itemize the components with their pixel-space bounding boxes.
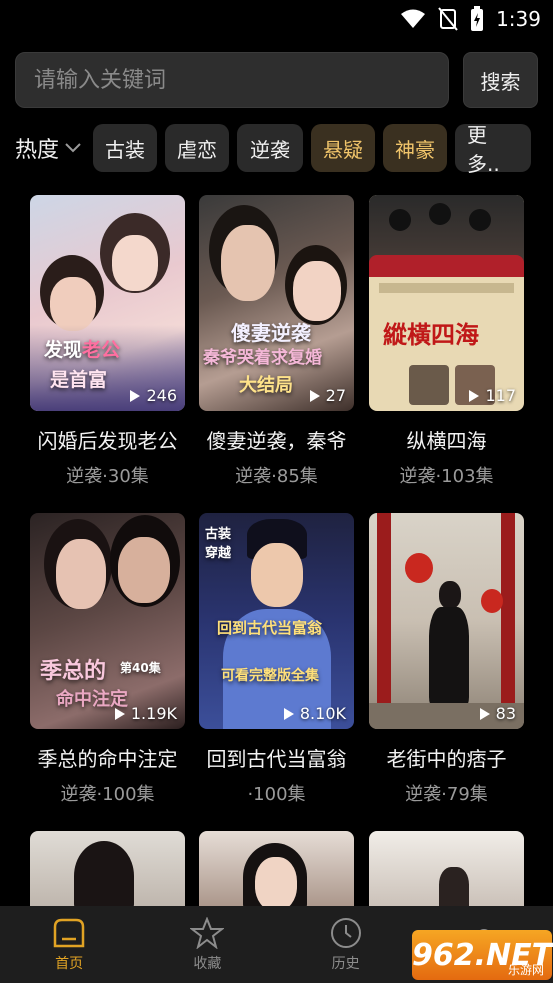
- watermark-logo: 962.NET 乐游网: [412, 930, 552, 980]
- poster-image: [199, 831, 354, 911]
- home-icon: [53, 918, 85, 947]
- tab-label: 首页: [55, 955, 84, 972]
- play-count: 117: [469, 386, 516, 405]
- sort-dropdown[interactable]: 热度: [15, 132, 93, 164]
- play-icon: [309, 389, 320, 402]
- card-title: 傻妻逆袭，秦爷: [206, 429, 347, 453]
- card-title: 老街中的痞子: [386, 747, 507, 771]
- card-meta: 逆袭·103集: [399, 466, 494, 487]
- poster-image: 傻妻逆袭 秦爷哭着求复婚 大结局 27: [199, 195, 354, 411]
- status-bar: 1:39: [0, 0, 553, 40]
- play-count-value: 83: [495, 704, 516, 723]
- card-meta: 逆袭·30集: [66, 466, 149, 487]
- drama-card[interactable]: 季总的 第40集 命中注定 1.19K 季总的命中注定 逆袭·100集: [30, 513, 185, 806]
- play-count: 83: [479, 704, 516, 723]
- drama-card[interactable]: 縱橫四海 117 纵横四海 逆袭·103集: [369, 195, 524, 488]
- tab-history[interactable]: 历史: [277, 906, 415, 983]
- chip-xuanyi[interactable]: 悬疑: [311, 124, 375, 172]
- battery-charging-icon: [471, 6, 484, 31]
- play-icon: [479, 707, 490, 720]
- drama-card[interactable]: 发现老公 是首富 246 闪婚后发现老公 逆袭·30集: [30, 195, 185, 488]
- chip-nuelian[interactable]: 虐恋: [165, 124, 229, 172]
- watermark-subtext: 乐游网: [507, 963, 544, 977]
- drama-card[interactable]: 傻妻逆袭 秦爷哭着求复婚 大结局 27 傻妻逆袭，秦爷 逆袭·85集: [199, 195, 354, 488]
- no-sim-icon: [438, 7, 458, 31]
- status-time: 1:39: [496, 7, 541, 31]
- filter-row: 热度 古装 虐恋 逆袭 悬疑 神豪 更多..: [15, 123, 545, 176]
- play-icon: [469, 389, 480, 402]
- drama-card[interactable]: 83 老街中的痞子 逆袭·79集: [369, 513, 524, 806]
- search-button[interactable]: 搜索: [463, 52, 538, 108]
- card-meta: 逆袭·100集: [60, 784, 155, 805]
- card-title: 季总的命中注定: [37, 747, 178, 771]
- drama-card[interactable]: [199, 831, 354, 911]
- tab-favorites[interactable]: 收藏: [138, 906, 276, 983]
- poster-image: [369, 831, 524, 911]
- tab-label: 收藏: [193, 955, 222, 972]
- play-count-value: 8.10K: [299, 704, 346, 723]
- card-title: 纵横四海: [406, 429, 487, 453]
- poster-image: 縱橫四海 117: [369, 195, 524, 411]
- play-icon: [114, 707, 125, 720]
- chip-guzhuang[interactable]: 古装: [93, 124, 157, 172]
- chip-shenhao[interactable]: 神豪: [383, 124, 447, 172]
- poster-image: 83: [369, 513, 524, 729]
- tab-home[interactable]: 首页: [0, 906, 138, 983]
- card-title: 闪婚后发现老公: [37, 429, 178, 453]
- sort-label: 热度: [15, 138, 60, 163]
- play-count-value: 27: [325, 386, 346, 405]
- play-count: 27: [309, 386, 346, 405]
- play-count: 8.10K: [283, 704, 346, 723]
- poster-image: [30, 831, 185, 911]
- play-count-value: 246: [146, 386, 177, 405]
- chip-more[interactable]: 更多..: [455, 123, 531, 176]
- search-input[interactable]: [15, 52, 449, 108]
- play-icon: [130, 389, 141, 402]
- chevron-down-icon: [65, 143, 81, 153]
- card-title: 回到古代当富翁: [206, 747, 347, 771]
- status-icons: 1:39: [400, 6, 541, 32]
- drama-card[interactable]: 古装 穿越 回到古代当富翁 可看完整版全集 8.10K 回到古代当富翁 ·100集: [199, 513, 354, 806]
- tab-label: 历史: [331, 955, 360, 972]
- play-count-value: 117: [485, 386, 516, 405]
- poster-image: 季总的 第40集 命中注定 1.19K: [30, 513, 185, 729]
- poster-image: 发现老公 是首富 246: [30, 195, 185, 411]
- play-count-value: 1.19K: [130, 704, 177, 723]
- card-meta: 逆袭·85集: [235, 466, 318, 487]
- play-count: 1.19K: [114, 704, 177, 723]
- drama-card[interactable]: [30, 831, 185, 911]
- poster-image: 古装 穿越 回到古代当富翁 可看完整版全集 8.10K: [199, 513, 354, 729]
- play-count: 246: [130, 386, 177, 405]
- chip-nixi[interactable]: 逆袭: [237, 124, 303, 172]
- wifi-icon: [401, 9, 426, 28]
- card-meta: 逆袭·79集: [405, 784, 488, 805]
- clock-icon: [330, 917, 361, 948]
- card-meta: ·100集: [247, 784, 306, 805]
- star-icon: [190, 916, 225, 949]
- drama-card[interactable]: [369, 831, 524, 911]
- search-row: 搜索: [15, 52, 538, 108]
- play-icon: [283, 707, 294, 720]
